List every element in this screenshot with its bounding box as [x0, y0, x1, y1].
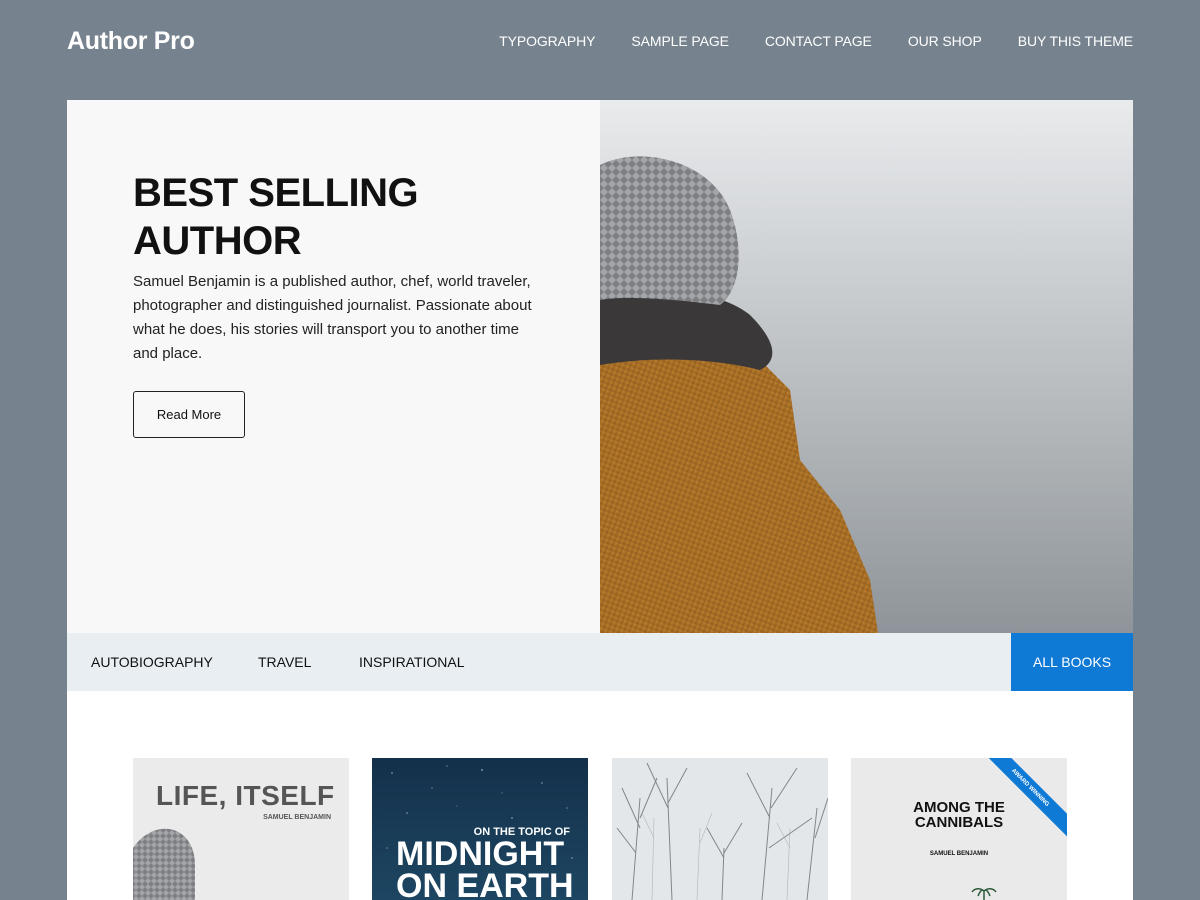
- hero-photo-graphic: [600, 100, 1133, 633]
- tab-all-books[interactable]: ALL BOOKS: [1011, 633, 1133, 691]
- book-title-line2: CANNIBALS: [914, 814, 1004, 831]
- primary-nav: TYPOGRAPHY SAMPLE PAGE CONTACT PAGE OUR …: [463, 33, 1133, 49]
- book-cover-illustration: [133, 828, 195, 900]
- book-cover-life-itself[interactable]: LIFE, ITSELF SAMUEL BENJAMIN: [133, 758, 349, 900]
- hero-title-line1: BEST SELLING: [133, 171, 419, 215]
- nav-sample-page[interactable]: SAMPLE PAGE: [631, 33, 729, 49]
- nav-typography[interactable]: TYPOGRAPHY: [499, 33, 595, 49]
- tab-travel[interactable]: TRAVEL: [258, 633, 311, 691]
- hero-section: BEST SELLING AUTHOR Samuel Benjamin is a…: [67, 100, 1133, 633]
- content-card: BEST SELLING AUTHOR Samuel Benjamin is a…: [67, 100, 1133, 900]
- palm-icon: [971, 888, 997, 900]
- tab-autobiography[interactable]: AUTOBIOGRAPHY: [91, 633, 213, 691]
- hero-title: BEST SELLING AUTHOR: [133, 169, 553, 265]
- hero-description: Samuel Benjamin is a published author, c…: [133, 273, 532, 362]
- hero-title-line2: AUTHOR: [133, 219, 302, 263]
- book-title-line2: ON EARTH: [396, 867, 574, 900]
- hero-text-panel: BEST SELLING AUTHOR Samuel Benjamin is a…: [67, 100, 600, 633]
- nav-our-shop[interactable]: OUR SHOP: [908, 33, 982, 49]
- snowy-trees-graphic: [612, 758, 828, 900]
- book-title: MIDNIGHT ON EARTH: [396, 837, 574, 900]
- book-title: LIFE, ITSELF: [156, 780, 335, 811]
- nav-buy-this-theme[interactable]: BUY THIS THEME: [1018, 33, 1133, 49]
- hero-photo: [600, 100, 1133, 633]
- book-category-tabs: AUTOBIOGRAPHY TRAVEL INSPIRATIONAL ALL B…: [67, 633, 1133, 691]
- read-more-button[interactable]: Read More: [133, 391, 245, 438]
- book-author: SAMUEL BENJAMIN: [263, 814, 331, 821]
- book-cover-midnight-on-earth[interactable]: ON THE TOPIC OF MIDNIGHT ON EARTH: [372, 758, 588, 900]
- tab-inspirational[interactable]: INSPIRATIONAL: [359, 633, 465, 691]
- book-cover-among-the-cannibals[interactable]: AMONG THE CANNIBALS SAMUEL BENJAMIN AWAR…: [851, 758, 1067, 900]
- book-cover-snowy-trees[interactable]: [612, 758, 828, 900]
- site-title[interactable]: Author Pro: [67, 27, 195, 56]
- book-author: SAMUEL BENJAMIN: [929, 851, 989, 857]
- site-header: Author Pro TYPOGRAPHY SAMPLE PAGE CONTAC…: [0, 0, 1200, 100]
- nav-contact-page[interactable]: CONTACT PAGE: [765, 33, 872, 49]
